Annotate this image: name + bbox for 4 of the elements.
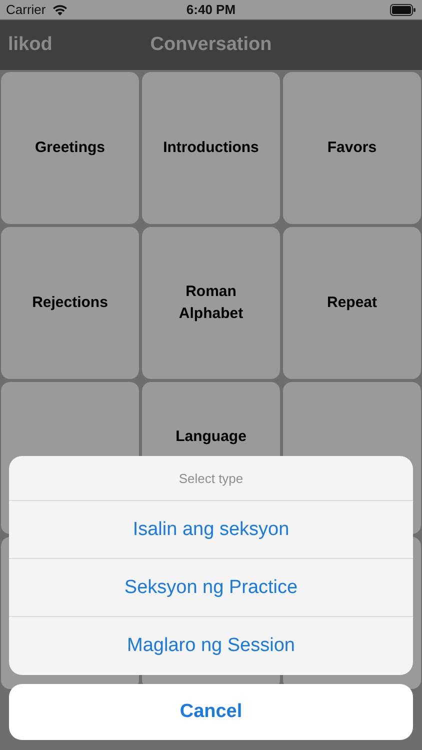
sheet-title: Select type bbox=[9, 456, 413, 501]
carrier-label: Carrier bbox=[6, 2, 46, 17]
clock-time: 6:40 PM bbox=[186, 2, 236, 17]
navigation-title: Conversation bbox=[150, 34, 272, 56]
